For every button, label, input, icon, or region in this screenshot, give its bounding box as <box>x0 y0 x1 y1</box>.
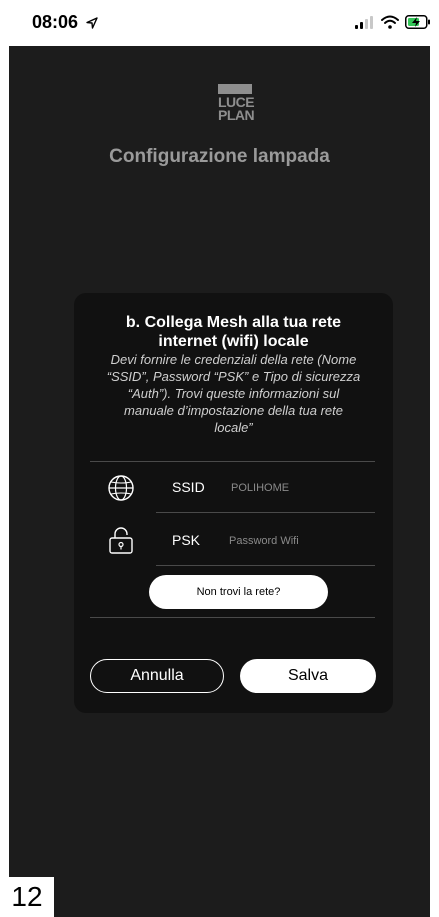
cancel-button[interactable]: Annulla <box>90 659 224 693</box>
battery-charging-icon <box>405 15 430 29</box>
ssid-input[interactable] <box>231 479 371 497</box>
dialog-heading-line2: internet (wifi) locale <box>158 333 309 350</box>
signal-icon <box>355 16 373 29</box>
find-network-button[interactable]: Non trovi la rete? <box>149 575 328 609</box>
wifi-icon <box>381 15 399 29</box>
divider-ssid <box>156 512 375 513</box>
save-button[interactable]: Salva <box>240 659 376 693</box>
dialog-description-line3: “Auth”). Trovi queste informazioni sul <box>127 386 340 401</box>
lock-icon <box>109 527 133 554</box>
wifi-config-dialog: b. Collega Mesh alla tua rete internet (… <box>74 293 393 713</box>
psk-label: PSK <box>172 532 201 548</box>
ssid-label: SSID <box>172 479 205 495</box>
page-title: Configurazione lampada <box>109 146 330 167</box>
page-number: 12 <box>0 877 54 917</box>
dialog-description: Devi fornire le credenziali della rete (… <box>80 351 387 436</box>
divider-bottom <box>90 617 375 618</box>
psk-input[interactable] <box>229 532 369 550</box>
divider-top <box>90 461 375 462</box>
logo-text-line2: PLAN <box>218 107 255 123</box>
status-icons <box>355 12 431 32</box>
luceplan-logo: LUCE PLAN <box>218 84 255 128</box>
status-time: 08:06 <box>32 12 98 33</box>
location-arrow-icon <box>86 17 98 29</box>
dialog-description-line2: “SSID”, Password “PSK” e Tipo di sicurez… <box>106 369 361 384</box>
dialog-description-line1: Devi fornire le credenziali della rete (… <box>110 352 357 367</box>
dialog-description-line5: locale” <box>214 420 253 435</box>
globe-icon <box>108 475 134 501</box>
dialog-heading: b. Collega Mesh alla tua rete internet (… <box>74 313 393 351</box>
dialog-heading-line1: b. Collega Mesh alla tua rete <box>125 314 342 331</box>
status-bar: 08:06 <box>0 0 439 46</box>
divider-psk <box>156 565 375 566</box>
dialog-description-line4: manuale d’impostazione della tua rete <box>124 403 343 418</box>
status-time-text: 08:06 <box>32 12 79 32</box>
logo-bar <box>218 84 252 94</box>
